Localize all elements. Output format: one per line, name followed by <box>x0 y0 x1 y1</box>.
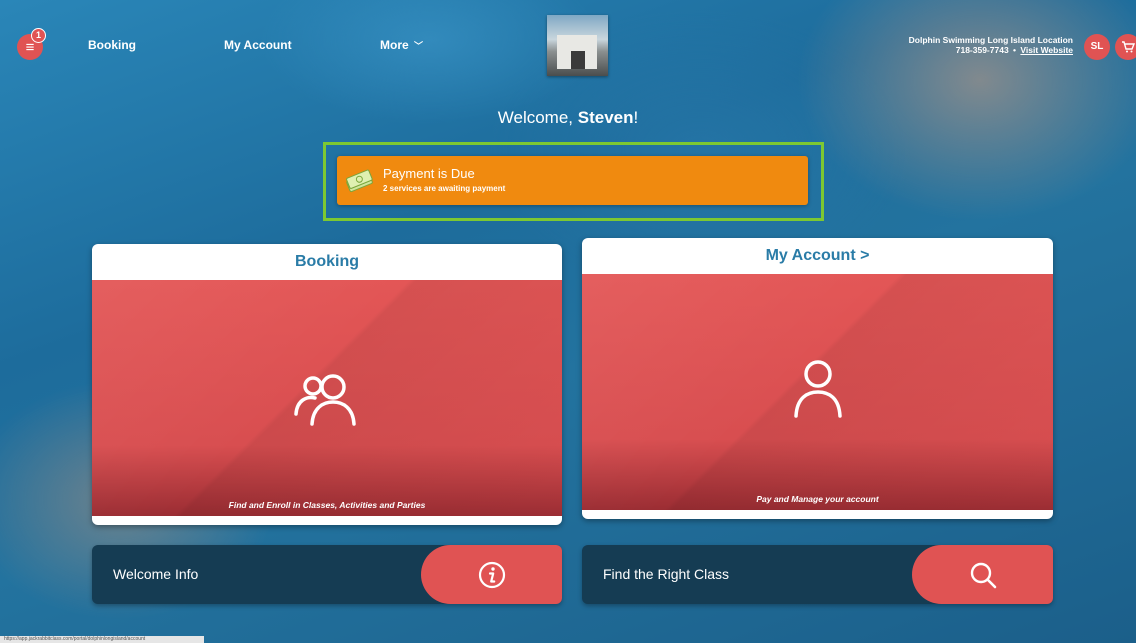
nav-booking[interactable]: Booking <box>88 38 136 52</box>
welcome-info-label: Welcome Info <box>113 566 199 582</box>
nav-my-account[interactable]: My Account <box>224 38 292 52</box>
my-account-card[interactable]: My Account > Pay and Manage your account <box>582 238 1053 519</box>
logo-door <box>571 51 585 69</box>
location-phone: 718-359-7743 <box>955 45 1009 55</box>
cart-icon <box>1122 41 1135 53</box>
payment-due-banner[interactable]: Payment is Due 2 services are awaiting p… <box>337 156 808 205</box>
welcome-message: Welcome, Steven! <box>0 108 1136 128</box>
find-right-class-label: Find the Right Class <box>603 566 730 582</box>
find-right-class-button[interactable] <box>912 545 1053 604</box>
payment-subtitle: 2 services are awaiting payment <box>383 184 506 193</box>
my-account-card-caption: Pay and Manage your account <box>756 494 879 504</box>
user-icon <box>793 360 842 418</box>
browser-status-url: https://app.jackrabbitclass.com/portal/d… <box>0 636 204 643</box>
money-icon <box>346 169 373 193</box>
welcome-info-button[interactable] <box>421 545 562 604</box>
location-logo[interactable] <box>547 15 608 76</box>
my-account-card-body: Pay and Manage your account <box>582 274 1053 510</box>
booking-card-body: Find and Enroll in Classes, Activities a… <box>92 280 562 516</box>
visit-website-link[interactable]: Visit Website <box>1020 45 1073 55</box>
find-right-class-bar[interactable]: Find the Right Class <box>582 545 1053 604</box>
notification-badge: 1 <box>31 28 46 43</box>
chevron-down-icon: ﹀ <box>414 41 424 51</box>
users-icon <box>294 374 356 426</box>
welcome-name: Steven <box>577 108 634 127</box>
location-separator: • <box>1013 45 1017 55</box>
my-account-card-title: My Account > <box>765 247 870 264</box>
user-avatar[interactable]: SL <box>1084 34 1110 60</box>
welcome-info-bar[interactable]: Welcome Info <box>92 545 562 604</box>
payment-title: Payment is Due <box>383 166 475 181</box>
info-icon <box>478 561 505 588</box>
search-icon <box>970 562 996 588</box>
booking-card-title: Booking <box>295 253 359 270</box>
location-contact: 718-359-7743 • Visit Website <box>956 45 1073 55</box>
cart-button[interactable] <box>1115 34 1136 60</box>
nav-more-label: More <box>380 38 409 52</box>
nav-more[interactable]: More ﹀ <box>380 38 423 52</box>
booking-card[interactable]: Booking Find and Enroll in Classes, Acti… <box>92 244 562 525</box>
top-navigation: ≡ 1 Booking My Account More ﹀ Dolphin Sw… <box>0 0 1136 92</box>
welcome-suffix: ! <box>633 108 639 127</box>
welcome-prefix: Welcome, <box>497 108 578 127</box>
booking-card-caption: Find and Enroll in Classes, Activities a… <box>228 500 426 510</box>
location-name: Dolphin Swimming Long Island Location <box>908 35 1073 45</box>
